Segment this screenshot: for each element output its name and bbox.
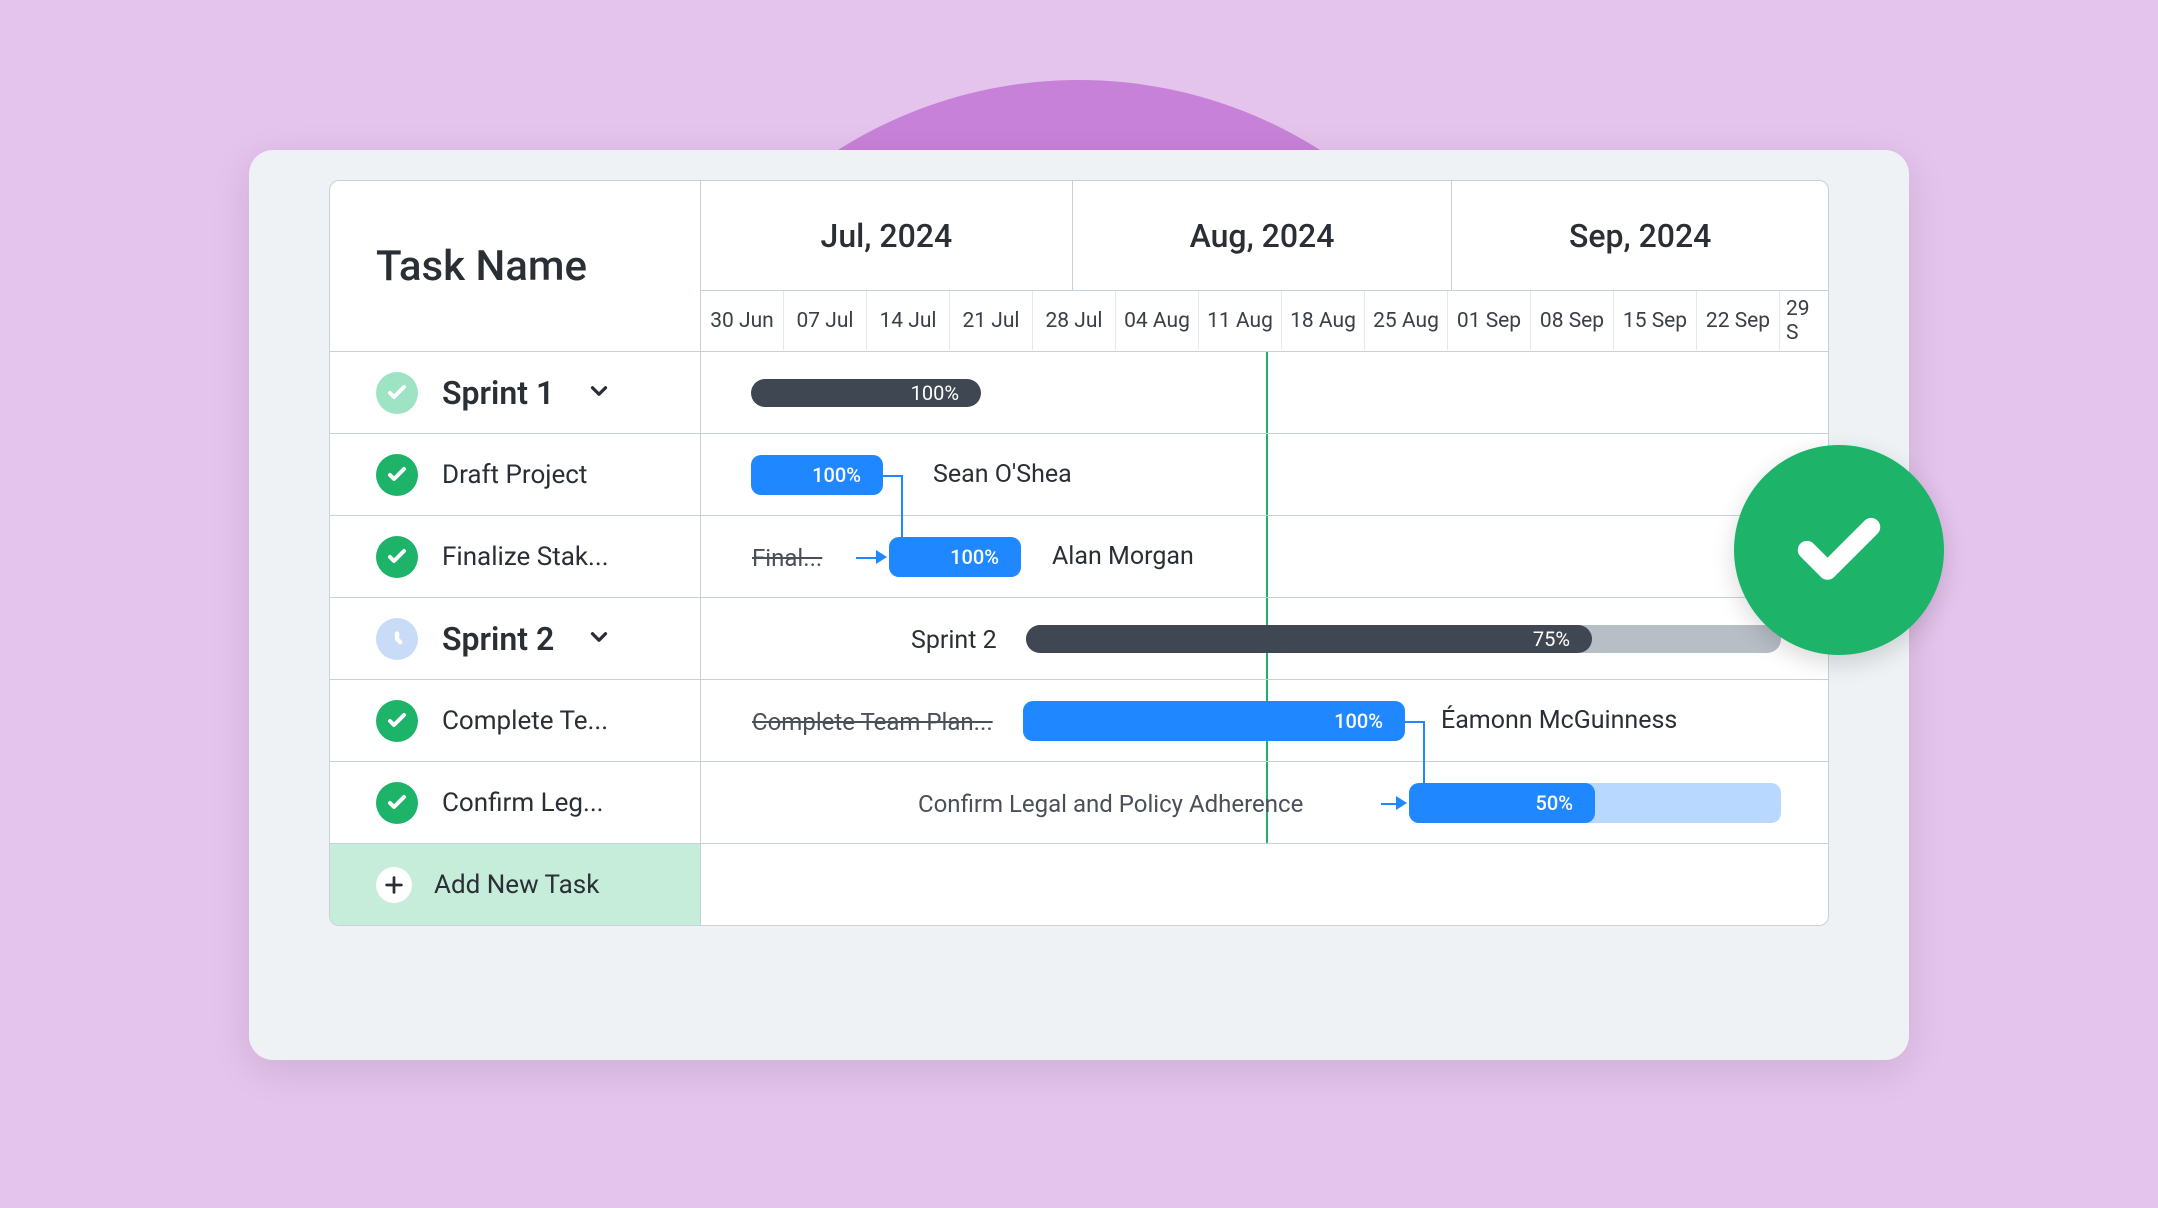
week-cell[interactable]: 22 Sep: [1697, 291, 1780, 350]
draft-project-bar[interactable]: 100%: [751, 455, 883, 495]
complete-team-name: Complete Te...: [442, 706, 608, 736]
check-icon: [376, 700, 418, 742]
sprint-row-sprint1: Sprint 1 100%: [330, 352, 1828, 434]
month-jul[interactable]: Jul, 2024: [701, 181, 1073, 290]
week-cell[interactable]: 08 Sep: [1531, 291, 1614, 350]
task-row-confirm-legal: Confirm Leg... Confirm Legal and Policy …: [330, 762, 1828, 844]
week-cell[interactable]: 29 S: [1780, 291, 1826, 350]
month-aug[interactable]: Aug, 2024: [1073, 181, 1453, 290]
today-marker-line: [1266, 352, 1268, 433]
sprint-row-sprint2: Sprint 2 Sprint 2 75%: [330, 598, 1828, 680]
add-task-label: Add New Task: [434, 870, 599, 900]
dependency-arrow-icon: [876, 550, 887, 564]
sprint2-inline-label: Sprint 2: [911, 626, 997, 655]
dependency-line: [1405, 721, 1425, 723]
draft-project-name: Draft Project: [442, 460, 587, 490]
draft-project-left[interactable]: Draft Project: [330, 434, 701, 515]
task-name-header-label: Task Name: [376, 242, 587, 291]
week-cell[interactable]: 28 Jul: [1033, 291, 1116, 350]
draft-project-assignee: Sean O'Shea: [933, 460, 1072, 489]
sprint1-progress-label: 100%: [911, 381, 959, 405]
big-check-badge: [1734, 445, 1944, 655]
month-sep[interactable]: Sep, 2024: [1452, 181, 1828, 290]
finalize-left[interactable]: Finalize Stak...: [330, 516, 701, 597]
sprint2-progress-fill: 75%: [1026, 625, 1592, 653]
confirm-legal-progress: 50%: [1536, 791, 1573, 815]
dependency-line: [856, 557, 876, 559]
week-cell[interactable]: 15 Sep: [1614, 291, 1697, 350]
confirm-legal-fill: 50%: [1409, 783, 1595, 823]
confirm-legal-name: Confirm Leg...: [442, 788, 604, 818]
add-task-timeline-empty: [701, 844, 1828, 926]
sprint2-name: Sprint 2: [442, 620, 554, 658]
task-row-draft-project: Draft Project 100% Sean O'Shea: [330, 434, 1828, 516]
confirm-legal-outer[interactable]: 50%: [1409, 783, 1781, 823]
week-cell[interactable]: 30 Jun: [701, 291, 784, 350]
check-icon: [376, 454, 418, 496]
complete-team-assignee: Éamonn McGuinness: [1441, 706, 1677, 735]
complete-team-bar[interactable]: 100%: [1023, 701, 1405, 741]
draft-project-progress: 100%: [812, 463, 861, 487]
finalize-assignee: Alan Morgan: [1052, 542, 1194, 571]
complete-team-left[interactable]: Complete Te...: [330, 680, 701, 761]
sprint2-progress-label: 75%: [1533, 627, 1570, 651]
task-row-complete-team: Complete Te... Complete Team Plan... 100…: [330, 680, 1828, 762]
sprint1-name: Sprint 1: [442, 374, 554, 412]
today-marker-line: [1266, 516, 1268, 597]
plus-icon: [376, 867, 412, 903]
week-cell[interactable]: 14 Jul: [867, 291, 950, 350]
finalize-bar[interactable]: 100%: [889, 537, 1021, 577]
week-cell[interactable]: 25 Aug: [1365, 291, 1448, 350]
gantt-container: Task Name Jul, 2024 Aug, 2024 Sep, 2024 …: [329, 180, 1829, 926]
sprint1-timeline: 100%: [701, 352, 1828, 433]
check-icon: [376, 536, 418, 578]
finalize-progress: 100%: [950, 545, 999, 569]
sprint2-header[interactable]: Sprint 2: [330, 598, 701, 679]
complete-team-timeline: Complete Team Plan... 100% Éamonn McGuin…: [701, 680, 1828, 761]
header-row: Task Name Jul, 2024 Aug, 2024 Sep, 2024 …: [330, 181, 1828, 352]
finalize-truncated-label: Final...: [752, 544, 822, 572]
week-cell[interactable]: 01 Sep: [1448, 291, 1531, 350]
sprint1-progress-bar[interactable]: 100%: [751, 379, 981, 407]
body-rows: Sprint 1 100% Dra: [330, 352, 1828, 926]
confirm-legal-link-label: Confirm Legal and Policy Adherence: [918, 790, 1303, 818]
sprint1-header[interactable]: Sprint 1: [330, 352, 701, 433]
timeline-header: Jul, 2024 Aug, 2024 Sep, 2024 30 Jun07 J…: [701, 181, 1828, 351]
add-task-button[interactable]: Add New Task: [330, 844, 701, 926]
sprint2-timeline: Sprint 2 75%: [701, 598, 1828, 679]
dependency-arrow-icon: [1396, 796, 1407, 810]
months-row: Jul, 2024 Aug, 2024 Sep, 2024: [701, 181, 1828, 290]
column-header-task-name[interactable]: Task Name: [330, 181, 701, 351]
finalize-name: Finalize Stak...: [442, 542, 609, 572]
draft-project-timeline: 100% Sean O'Shea: [701, 434, 1828, 515]
today-marker-line: [1266, 434, 1268, 515]
confirm-legal-left[interactable]: Confirm Leg...: [330, 762, 701, 843]
check-icon: [376, 372, 418, 414]
week-cell[interactable]: 11 Aug: [1199, 291, 1282, 350]
clock-icon: [376, 618, 418, 660]
add-task-row: Add New Task: [330, 844, 1828, 926]
week-cell[interactable]: 04 Aug: [1116, 291, 1199, 350]
check-icon: [376, 782, 418, 824]
week-cell[interactable]: 21 Jul: [950, 291, 1033, 350]
week-cell[interactable]: 18 Aug: [1282, 291, 1365, 350]
chevron-down-icon[interactable]: [586, 624, 612, 654]
weeks-row: 30 Jun07 Jul14 Jul21 Jul28 Jul04 Aug11 A…: [701, 290, 1828, 350]
complete-team-progress: 100%: [1334, 709, 1383, 733]
confirm-legal-timeline: Confirm Legal and Policy Adherence 50%: [701, 762, 1828, 843]
gantt-card: Task Name Jul, 2024 Aug, 2024 Sep, 2024 …: [249, 150, 1909, 1060]
sprint2-progress-outer[interactable]: 75%: [1026, 625, 1781, 653]
chevron-down-icon[interactable]: [586, 378, 612, 408]
week-cell[interactable]: 07 Jul: [784, 291, 867, 350]
finalize-timeline: Final... 100% Alan Morgan: [701, 516, 1828, 597]
complete-team-link-label: Complete Team Plan...: [752, 708, 993, 736]
task-row-finalize-stakeholders: Finalize Stak... Final... 100% Alan Morg…: [330, 516, 1828, 598]
dependency-line: [883, 475, 903, 477]
